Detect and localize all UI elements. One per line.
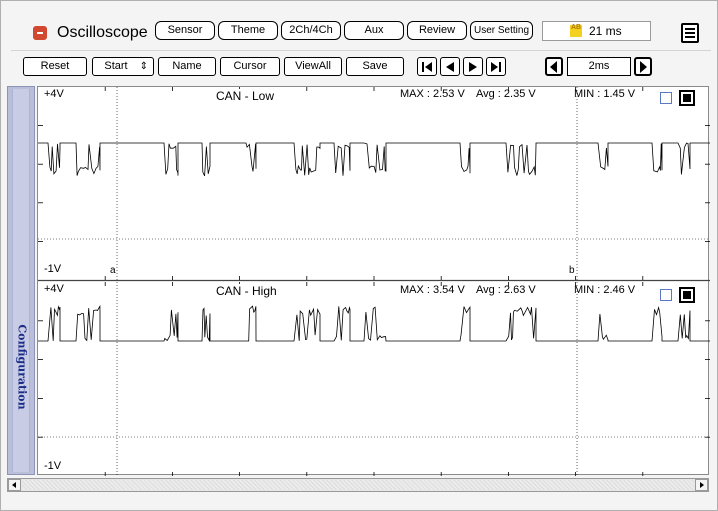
configuration-tab[interactable]: Configuration <box>7 86 35 475</box>
app-title: Oscilloscope <box>57 24 148 41</box>
channel-mode-button[interactable]: 2Ch/4Ch <box>281 21 341 40</box>
left-arrow-icon <box>550 61 557 73</box>
theme-button[interactable]: Theme <box>218 21 278 40</box>
save-button[interactable]: Save <box>346 57 404 76</box>
ch2-ymax-label: +4V <box>44 283 64 295</box>
updown-icon: ⇕ <box>139 61 148 72</box>
timebase-increase-button[interactable] <box>634 57 652 76</box>
can-low-trace <box>38 142 710 177</box>
timebase-decrease-button[interactable] <box>545 57 563 76</box>
ch2-checkbox[interactable] <box>660 289 672 301</box>
skip-end-icon <box>491 62 501 72</box>
cursor-a-label: a <box>110 265 116 276</box>
ch1-checkbox[interactable] <box>660 92 672 104</box>
horizontal-scrollbar[interactable] <box>7 478 709 492</box>
first-frame-button[interactable] <box>417 57 437 76</box>
ch1-max: MAX : 2.53 V <box>400 88 465 100</box>
configuration-label: Configuration <box>15 324 29 410</box>
scroll-right-button[interactable] <box>695 479 708 491</box>
timebase-value: 2ms <box>567 57 631 76</box>
review-button[interactable]: Review <box>407 21 467 40</box>
timer-icon: AB <box>570 24 582 37</box>
last-frame-button[interactable] <box>486 57 506 76</box>
cursor-b-label: b <box>569 265 575 276</box>
start-label: Start <box>104 60 128 72</box>
prev-frame-button[interactable] <box>440 57 460 76</box>
sensor-button[interactable]: Sensor <box>155 21 215 40</box>
ch2-min: MIN : 2.46 V <box>574 284 636 296</box>
ch2-title: CAN - High <box>214 284 279 298</box>
ch1-ymax-label: +4V <box>44 88 64 100</box>
cursor-button[interactable]: Cursor <box>220 57 280 76</box>
aux-button[interactable]: Aux <box>344 21 404 40</box>
ch1-stop-icon[interactable] <box>679 90 695 106</box>
start-select[interactable]: Start ⇕ <box>92 57 154 76</box>
skip-start-icon <box>422 62 432 72</box>
ch2-stop-icon[interactable] <box>679 287 695 303</box>
app-logo-icon <box>33 26 47 40</box>
scope-display[interactable]: +4V -1V CAN - Low MAX : 2.53 V Avg : 2.3… <box>37 86 710 476</box>
ch1-ymin-label: -1V <box>44 263 62 275</box>
ch1-avg: Avg : 2.35 V <box>476 88 536 100</box>
scroll-left-button[interactable] <box>8 479 21 491</box>
can-high-trace <box>38 304 710 342</box>
user-setting-button[interactable]: User Setting <box>470 21 533 40</box>
next-icon <box>469 62 477 72</box>
timer-value: 21 ms <box>589 24 622 38</box>
scope-canvas <box>38 87 710 476</box>
scroll-right-icon <box>700 482 704 488</box>
name-button[interactable]: Name <box>158 57 216 76</box>
ch2-ymin-label: -1V <box>44 460 62 472</box>
menu-icon[interactable] <box>681 23 699 43</box>
viewall-button[interactable]: ViewAll <box>284 57 342 76</box>
app-window: Oscilloscope Sensor Theme 2Ch/4Ch Aux Re… <box>0 0 718 511</box>
scroll-left-icon <box>12 482 16 488</box>
right-arrow-icon <box>640 61 647 73</box>
timer-display: AB 21 ms <box>542 21 651 41</box>
prev-icon <box>446 62 454 72</box>
reset-button[interactable]: Reset <box>23 57 87 76</box>
ch2-avg: Avg : 2.63 V <box>476 284 536 296</box>
ch1-min: MIN : 1.45 V <box>574 88 636 100</box>
ch2-max: MAX : 3.54 V <box>400 284 465 296</box>
ch1-title: CAN - Low <box>214 89 277 103</box>
next-frame-button[interactable] <box>463 57 483 76</box>
scroll-track[interactable] <box>22 480 694 490</box>
